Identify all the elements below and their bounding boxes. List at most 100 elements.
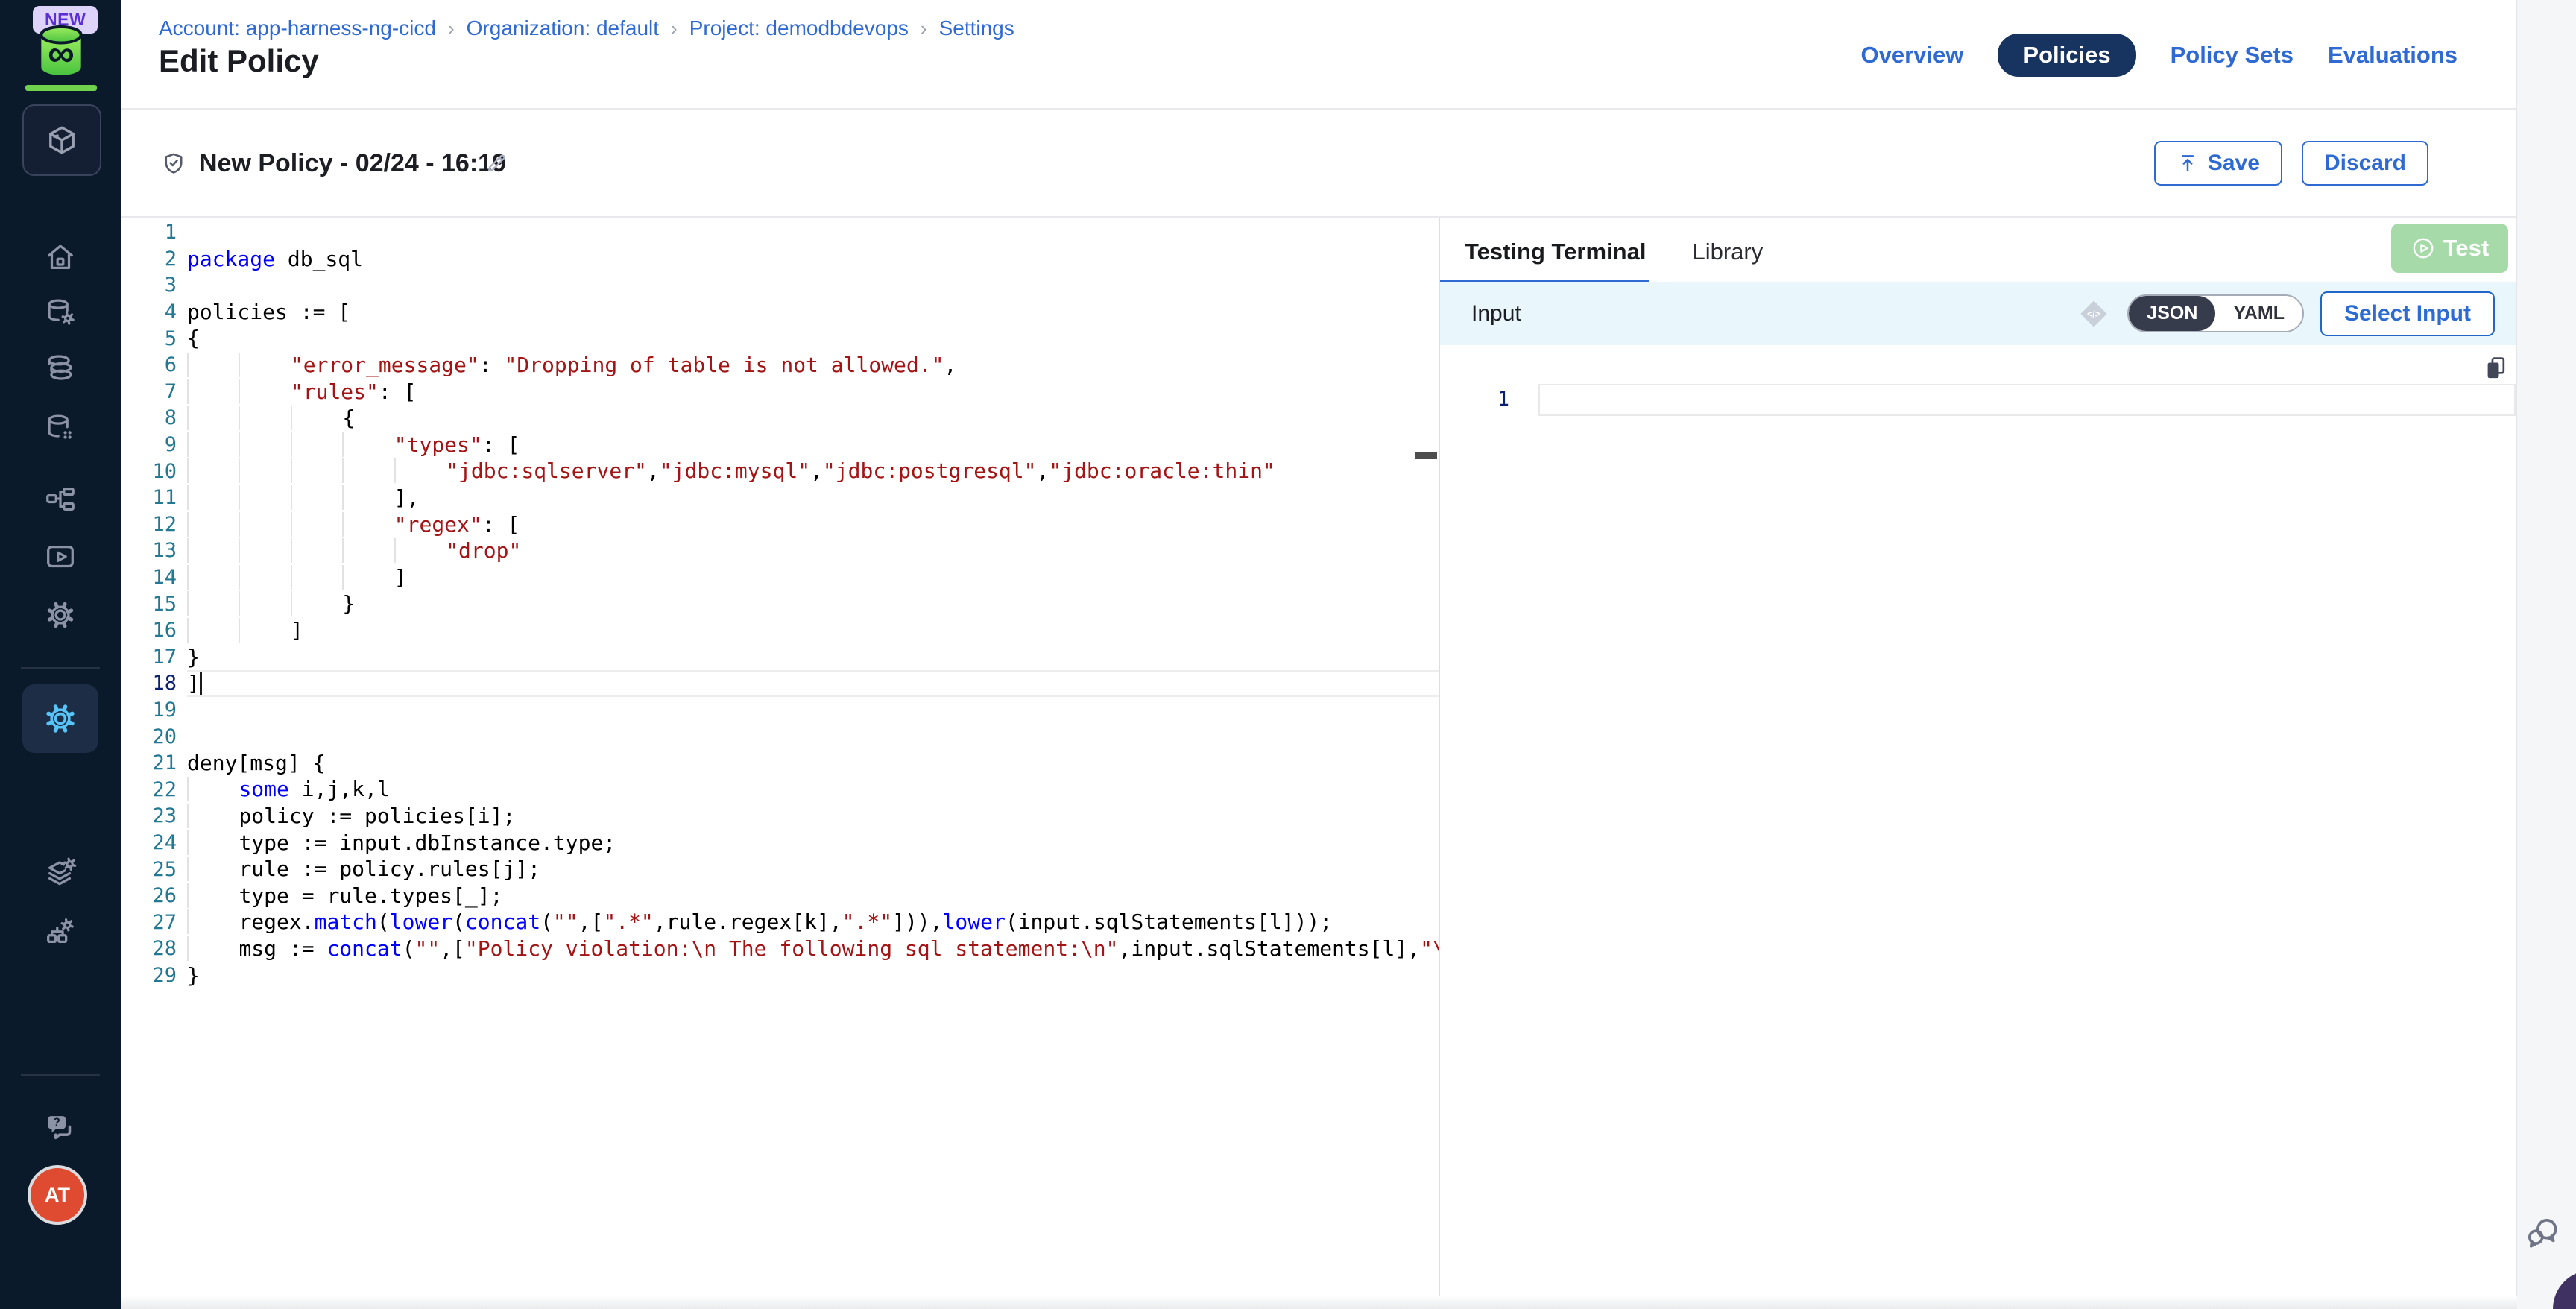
code-text[interactable]: msg := concat("",["Policy violation:\n T… [187,936,1439,962]
code-line[interactable]: 9 "types": [ [121,432,1439,458]
copy-icon[interactable] [2482,354,2510,382]
code-line[interactable]: 22 some i,j,k,l [121,776,1439,803]
tab-overview[interactable]: Overview [1861,42,1964,69]
test-button[interactable]: Test [2391,224,2508,273]
test-label: Test [2443,235,2489,262]
save-label: Save [2208,151,2260,176]
code-text[interactable]: } [187,644,1439,671]
breadcrumb-item[interactable]: Project: demodbdevops [689,16,909,40]
edit-pencil-icon[interactable] [484,151,508,175]
code-line[interactable]: 17} [121,644,1439,671]
line-number: 13 [121,539,187,562]
code-line[interactable]: 6 "error_message": "Dropping of table is… [121,352,1439,379]
policy-code-editor[interactable]: 12package db_sql34policies := [5{6 "erro… [121,218,1439,1297]
line-number: 27 [121,911,187,934]
panel-tab-library[interactable]: Library [1692,239,1763,265]
home-icon[interactable] [43,240,78,274]
database-gear-icon[interactable] [43,296,78,330]
code-text[interactable]: "rules": [ [187,379,1439,406]
code-text[interactable]: "regex": [ [187,511,1439,538]
avatar[interactable]: AT [31,1168,84,1222]
code-line[interactable]: 11 ], [121,485,1439,511]
aida-floating-button[interactable] [2553,1270,2576,1309]
toggle-option-yaml[interactable]: YAML [2215,296,2302,331]
tab-evaluations[interactable]: Evaluations [2328,42,2457,69]
select-input-button[interactable]: Select Input [2320,291,2495,336]
code-text[interactable]: type = rule.types[_]; [187,883,1439,909]
discard-button[interactable]: Discard [2302,141,2428,186]
code-text[interactable]: "error_message": "Dropping of table is n… [187,352,1439,379]
code-text[interactable]: ] [187,564,1439,591]
code-line[interactable]: 19 [121,697,1439,724]
input-editor-line[interactable] [1538,384,2516,416]
code-text[interactable]: policy := policies[i]; [187,803,1439,830]
gear-icon[interactable] [43,598,78,632]
code-text[interactable]: } [187,590,1439,617]
code-text[interactable]: policies := [ [187,299,1439,326]
database-dots-icon[interactable] [43,411,78,446]
code-line[interactable]: 14 ] [121,564,1439,591]
policy-toolbar: New Policy - 02/24 - 16:19 Save Discard [121,110,2517,218]
code-line[interactable]: 16 ] [121,617,1439,644]
code-text[interactable]: "types": [ [187,432,1439,458]
code-text[interactable]: type := input.dbInstance.type; [187,830,1439,857]
code-line[interactable]: 7 "rules": [ [121,379,1439,406]
code-text[interactable]: package db_sql [187,246,1439,273]
code-line[interactable]: 21deny[msg] { [121,750,1439,777]
line-number: 18 [121,672,187,695]
module-selector[interactable] [22,104,101,176]
code-line[interactable]: 24 type := input.dbInstance.type; [121,830,1439,857]
code-text[interactable]: rule := policy.rules[j]; [187,856,1439,883]
code-line[interactable]: 5{ [121,325,1439,352]
code-text[interactable]: { [187,325,1439,352]
code-line[interactable]: 1 [121,219,1439,246]
code-text[interactable]: { [187,405,1439,432]
code-text[interactable]: } [187,962,1439,989]
toggle-option-json[interactable]: JSON [2129,296,2215,331]
chat-help-icon[interactable]: ? [42,1109,79,1146]
code-line[interactable]: 25 rule := policy.rules[j]; [121,856,1439,883]
code-line[interactable]: 15 } [121,590,1439,617]
line-number: 12 [121,513,187,536]
code-text[interactable]: ], [187,485,1439,511]
code-text[interactable]: some i,j,k,l [187,776,1439,803]
code-line[interactable]: 20 [121,723,1439,750]
harness-dbdevops-logo-icon[interactable]: ∞ [27,22,95,82]
panel-tab-testing-terminal[interactable]: Testing Terminal [1465,239,1646,265]
chat-bubbles-icon[interactable] [2524,1214,2563,1252]
code-text[interactable]: "jdbc:sqlserver","jdbc:mysql","jdbc:post… [187,458,1439,485]
code-text[interactable]: regex.match(lower(concat("",[".*",rule.r… [187,909,1439,936]
workflow-gear-icon[interactable] [43,915,78,949]
code-line[interactable]: 4policies := [ [121,299,1439,326]
code-text[interactable]: ] [187,670,1439,697]
code-line[interactable]: 28 msg := concat("",["Policy violation:\… [121,936,1439,962]
code-line[interactable]: 13 "drop" [121,537,1439,564]
breadcrumb-item[interactable]: Account: app-harness-ng-cicd [159,16,436,40]
code-line[interactable]: 18] [121,670,1439,697]
code-line[interactable]: 10 "jdbc:sqlserver","jdbc:mysql","jdbc:p… [121,458,1439,485]
database-stack-icon[interactable] [43,350,78,385]
tab-policies[interactable]: Policies [1998,34,2135,77]
play-rect-icon[interactable] [43,540,78,574]
code-text[interactable]: deny[msg] { [187,750,1439,777]
save-button[interactable]: Save [2154,141,2282,186]
code-lines: 12package db_sql34policies := [5{6 "erro… [121,219,1439,988]
code-text[interactable]: ] [187,617,1439,644]
code-line[interactable]: 2package db_sql [121,246,1439,273]
layers-gear-icon[interactable] [43,855,78,889]
format-toggle[interactable]: JSON YAML [2127,294,2304,332]
breadcrumb-item[interactable]: Organization: default [467,16,659,40]
tab-policy-sets[interactable]: Policy Sets [2171,42,2294,69]
code-line[interactable]: 23 policy := policies[i]; [121,803,1439,830]
tree-icon[interactable] [43,482,78,517]
sidebar-item-settings-active[interactable] [22,684,98,753]
code-line[interactable]: 12 "regex": [ [121,511,1439,538]
code-text[interactable]: "drop" [187,537,1439,564]
breadcrumb-item[interactable]: Settings [939,16,1014,40]
code-line[interactable]: 29} [121,962,1439,989]
code-line[interactable]: 3 [121,272,1439,299]
code-line[interactable]: 27 regex.match(lower(concat("",[".*",rul… [121,909,1439,936]
line-number: 8 [121,406,187,429]
code-line[interactable]: 26 type = rule.types[_]; [121,883,1439,909]
code-line[interactable]: 8 { [121,405,1439,432]
